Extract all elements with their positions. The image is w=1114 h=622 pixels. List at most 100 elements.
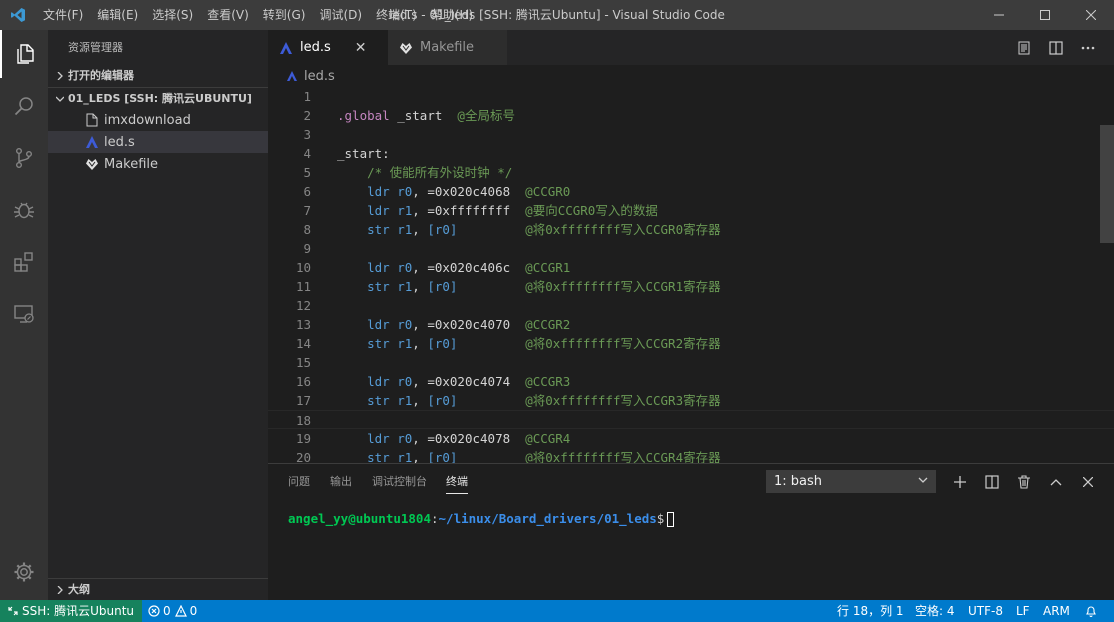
code-line[interactable]: 10 ldr r0, =0x020c406c @CCGR1: [268, 258, 1114, 277]
settings-gear-icon[interactable]: [0, 548, 48, 596]
code-line[interactable]: 1: [268, 87, 1114, 106]
code-line[interactable]: 8 str r1, [r0] @将0xffffffff写入CCGR0寄存器: [268, 220, 1114, 239]
minimize-button[interactable]: [976, 0, 1022, 30]
terminal-prompt[interactable]: angel_yy@ubuntu1804:~/linux/Board_driver…: [288, 511, 675, 527]
tab-terminal[interactable]: 终端: [446, 464, 468, 494]
prompt-symbol: $: [656, 511, 665, 526]
folder-section[interactable]: 01_LEDS [SSH: 腾讯云UBUNTU]: [48, 87, 268, 109]
cursor-position[interactable]: 行 18，列 1: [837, 600, 904, 622]
tab-led-s[interactable]: led.s ✕: [268, 30, 388, 65]
code-line[interactable]: 18: [268, 410, 1114, 429]
code-line[interactable]: 20 str r1, [r0] @将0xffffffff写入CCGR4寄存器: [268, 448, 1114, 463]
code-token: , =0x020c4070: [412, 317, 526, 332]
search-icon[interactable]: [0, 82, 48, 130]
outline-section[interactable]: 大纲: [48, 578, 268, 600]
notifications-bell-icon[interactable]: [1085, 600, 1097, 622]
code-token: r0: [397, 431, 413, 446]
code-token: ,: [412, 450, 428, 463]
window-controls: [976, 0, 1114, 30]
tab-makefile[interactable]: Makefile: [388, 30, 507, 65]
remote-icon: [8, 606, 18, 616]
code-line[interactable]: 6 ldr r0, =0x020c4068 @CCGR0: [268, 182, 1114, 201]
code-token: str: [337, 222, 398, 237]
ellipsis-icon: [1081, 46, 1095, 49]
prompt-path: ~/linux/Board_drivers/01_leds: [438, 511, 657, 526]
code-line[interactable]: 13 ldr r0, =0x020c4070 @CCGR2: [268, 315, 1114, 334]
code-line[interactable]: 15: [268, 353, 1114, 372]
title-bar: 文件(F) 编辑(E) 选择(S) 查看(V) 转到(G) 调试(D) 终端(T…: [0, 0, 1114, 30]
open-editors-section[interactable]: 打开的编辑器: [48, 65, 268, 87]
split-icon: [985, 474, 999, 489]
remote-explorer-icon[interactable]: [0, 290, 48, 338]
line-number: 9: [303, 241, 311, 256]
file-makefile[interactable]: Makefile: [48, 153, 268, 175]
code-editor[interactable]: 1 2 .global _start @全局标号 3 4 _start: 5 /* 使能所有…: [268, 87, 1114, 463]
line-source: str r1, [r0] @将0xffffffff写入CCGR2寄存器: [337, 334, 721, 353]
code-line[interactable]: 19 ldr r0, =0x020c4078 @CCGR4: [268, 429, 1114, 448]
code-line[interactable]: 11 str r1, [r0] @将0xffffffff写入CCGR1寄存器: [268, 277, 1114, 296]
code-token: r0: [397, 317, 413, 332]
language-mode[interactable]: ARM: [1043, 600, 1070, 622]
code-line[interactable]: 4 _start:: [268, 144, 1114, 163]
error-count: 0: [163, 604, 171, 618]
more-actions-button[interactable]: [1072, 30, 1104, 65]
close-window-button[interactable]: [1068, 0, 1114, 30]
debug-icon[interactable]: [0, 186, 48, 234]
line-source: str r1, [r0] @将0xffffffff写入CCGR1寄存器: [337, 277, 721, 296]
menu-file[interactable]: 文件(F): [36, 0, 90, 30]
problems-indicator[interactable]: 0 0: [148, 600, 197, 622]
chevron-down-icon: [52, 95, 68, 103]
menu-debug[interactable]: 调试(D): [312, 0, 369, 30]
prompt-user: angel_yy@ubuntu1804: [288, 511, 431, 526]
code-line[interactable]: 17 str r1, [r0] @将0xffffffff写入CCGR3寄存器: [268, 391, 1114, 410]
code-line[interactable]: 16 ldr r0, =0x020c4074 @CCGR3: [268, 372, 1114, 391]
menu-go[interactable]: 转到(G): [256, 0, 313, 30]
code-line[interactable]: 12: [268, 296, 1114, 315]
tab-debug-console[interactable]: 调试控制台: [372, 464, 427, 499]
terminal-selector[interactable]: 1: bash: [766, 470, 936, 493]
close-panel-button[interactable]: [1072, 464, 1104, 499]
file-imxdownload[interactable]: imxdownload: [48, 109, 268, 131]
tab-output[interactable]: 输出: [330, 464, 352, 499]
code-line[interactable]: 9: [268, 239, 1114, 258]
open-preview-button[interactable]: [1008, 30, 1040, 65]
indentation[interactable]: 空格: 4: [915, 600, 955, 622]
close-icon: [1086, 10, 1096, 20]
code-line[interactable]: 7 ldr r1, =0xffffffff @要向CCGR0写入的数据: [268, 201, 1114, 220]
extensions-icon[interactable]: [0, 238, 48, 286]
remote-indicator[interactable]: SSH: 腾讯云Ubuntu: [0, 600, 143, 622]
preview-icon: [1018, 41, 1030, 54]
maximize-button[interactable]: [1022, 0, 1068, 30]
code-token: r0: [397, 260, 413, 275]
encoding[interactable]: UTF-8: [968, 600, 1003, 622]
split-terminal-button[interactable]: [976, 464, 1008, 499]
code-line[interactable]: 5 /* 使能所有外设时钟 */: [268, 163, 1114, 182]
code-token: @将0xffffffff写入CCGR4寄存器: [525, 450, 721, 463]
source-control-icon[interactable]: [0, 134, 48, 182]
maximize-panel-button[interactable]: [1040, 464, 1072, 499]
tab-problems[interactable]: 问题: [288, 464, 310, 499]
explorer-icon[interactable]: [0, 30, 48, 78]
code-token: , =0x020c4078: [412, 431, 526, 446]
file-led-s[interactable]: led.s: [48, 131, 268, 153]
code-token: r1: [397, 450, 413, 463]
menu-terminal[interactable]: 终端(T): [369, 0, 424, 30]
code-token: r1: [397, 279, 413, 294]
menu-edit[interactable]: 编辑(E): [90, 0, 145, 30]
kill-terminal-button[interactable]: [1008, 464, 1040, 499]
close-tab-icon[interactable]: ✕: [355, 40, 367, 56]
split-editor-button[interactable]: [1040, 30, 1072, 65]
code-line[interactable]: 14 str r1, [r0] @将0xffffffff写入CCGR2寄存器: [268, 334, 1114, 353]
menu-help[interactable]: 帮助(H): [424, 0, 480, 30]
code-token: ldr: [337, 431, 398, 446]
breadcrumb[interactable]: led.s: [268, 65, 1114, 87]
menu-selection[interactable]: 选择(S): [145, 0, 200, 30]
menu-view[interactable]: 查看(V): [200, 0, 256, 30]
new-terminal-button[interactable]: [944, 464, 976, 499]
code-line[interactable]: 2 .global _start @全局标号: [268, 106, 1114, 125]
line-number: 16: [295, 374, 311, 389]
end-of-line[interactable]: LF: [1016, 600, 1030, 622]
tab-label: Makefile: [420, 40, 475, 55]
code-line[interactable]: 3: [268, 125, 1114, 144]
